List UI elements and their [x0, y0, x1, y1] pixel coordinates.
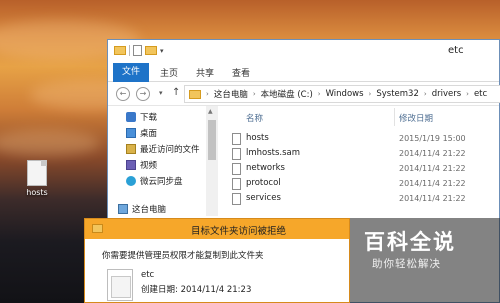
chevron-right-icon[interactable]: ›	[318, 90, 321, 98]
ribbon-tabs: 文件 主页 共享 查看	[108, 62, 499, 82]
file-row[interactable]: protocol 2014/11/4 21:22	[224, 177, 500, 191]
forward-button[interactable]: →	[136, 87, 150, 101]
column-divider[interactable]	[394, 108, 395, 126]
breadcrumb-local-disk[interactable]: 本地磁盘 (C:)	[261, 88, 313, 100]
properties-icon[interactable]	[133, 45, 142, 56]
dialog-title: 目标文件夹访问被拒绝	[191, 226, 287, 237]
dialog-created-date: 创建日期: 2014/11/4 21:23	[141, 285, 252, 295]
watermark-subtitle: 助你轻松解决	[372, 258, 441, 270]
folder-icon	[107, 269, 133, 301]
chevron-right-icon[interactable]: ›	[206, 90, 209, 98]
sidebar-item-label: 桌面	[140, 129, 158, 139]
watermark-title: 百科全说	[364, 230, 456, 254]
sidebar-item-desktop[interactable]: 桌面	[126, 126, 157, 140]
file-icon	[232, 193, 241, 205]
folder-icon[interactable]	[114, 46, 126, 55]
new-folder-icon[interactable]	[145, 46, 157, 55]
file-icon	[27, 160, 47, 186]
file-row[interactable]: networks 2014/11/4 21:22	[224, 162, 500, 176]
desktop-file-label: hosts	[26, 188, 48, 197]
dialog-message: 你需要提供管理员权限才能复制到此文件夹	[102, 251, 264, 261]
this-pc-icon	[118, 204, 128, 214]
up-button[interactable]: ↑	[172, 87, 180, 98]
file-date: 2015/1/19 15:00	[399, 134, 466, 143]
file-name: hosts	[246, 133, 269, 143]
breadcrumb-this-pc[interactable]: 这台电脑	[214, 88, 248, 100]
file-name: services	[246, 193, 281, 203]
breadcrumb-drivers[interactable]: drivers	[432, 89, 461, 99]
file-name: lmhosts.sam	[246, 148, 301, 158]
file-date: 2014/11/4 21:22	[399, 194, 466, 203]
watermark: 百科全说 助你轻松解决	[350, 218, 500, 303]
dialog-folder-name: etc	[141, 270, 155, 280]
cloud-sync-icon	[126, 176, 136, 186]
file-row[interactable]: services 2014/11/4 21:22	[224, 192, 500, 206]
window-title: etc	[448, 45, 464, 56]
file-date: 2014/11/4 21:22	[399, 164, 466, 173]
folder-icon	[92, 224, 103, 233]
dialog-title-bar: 目标文件夹访问被拒绝	[85, 219, 349, 239]
column-header-name[interactable]: 名称	[246, 112, 263, 124]
tab-file[interactable]: 文件	[113, 63, 149, 82]
access-denied-dialog: 目标文件夹访问被拒绝 你需要提供管理员权限才能复制到此文件夹 etc 创建日期:…	[84, 218, 350, 303]
sidebar-item-label: 微云同步盘	[140, 177, 183, 187]
sidebar-item-label: 这台电脑	[132, 205, 167, 215]
chevron-up-icon[interactable]: ▲	[208, 108, 213, 115]
toolbar-divider	[129, 45, 130, 56]
tab-share[interactable]: 共享	[196, 66, 214, 79]
file-icon	[232, 133, 241, 145]
scrollbar-thumb[interactable]	[208, 120, 216, 160]
sky-cloud	[0, 130, 100, 156]
breadcrumb-system32[interactable]: System32	[376, 89, 419, 99]
back-button[interactable]: ←	[116, 87, 130, 101]
file-date: 2014/11/4 21:22	[399, 149, 466, 158]
file-icon	[232, 163, 241, 175]
video-icon	[126, 160, 136, 170]
sidebar-item-label: 视频	[140, 161, 158, 171]
column-header-date[interactable]: 修改日期	[399, 112, 433, 124]
title-bar: ▾ etc	[108, 40, 499, 62]
chevron-right-icon[interactable]: ›	[424, 90, 427, 98]
breadcrumb-windows[interactable]: Windows	[326, 89, 364, 99]
sidebar-item-videos[interactable]: 视频	[126, 158, 157, 172]
download-icon	[126, 112, 136, 122]
desktop-file-hosts[interactable]: hosts	[20, 160, 54, 197]
folder-icon	[189, 89, 201, 99]
desktop-icon	[126, 128, 136, 138]
recent-locations-button[interactable]: ▾	[159, 89, 163, 97]
chevron-right-icon[interactable]: ›	[369, 90, 372, 98]
sidebar-item-label: 下载	[140, 113, 158, 123]
chevron-down-icon[interactable]: ▾	[160, 47, 164, 55]
file-name: networks	[246, 163, 285, 173]
file-date: 2014/11/4 21:22	[399, 179, 466, 188]
quick-access-toolbar: ▾	[114, 45, 164, 56]
sidebar-item-recent[interactable]: 最近访问的文件	[126, 142, 200, 156]
sidebar-item-downloads[interactable]: 下载	[126, 110, 157, 124]
nav-pane-scrollbar[interactable]: ▲	[206, 106, 218, 216]
file-name: protocol	[246, 178, 281, 188]
tab-view[interactable]: 查看	[232, 66, 250, 79]
sidebar-item-label: 最近访问的文件	[140, 145, 200, 155]
file-icon	[232, 148, 241, 160]
file-row[interactable]: lmhosts.sam 2014/11/4 21:22	[224, 147, 500, 161]
sidebar-item-this-pc[interactable]: 这台电脑	[118, 202, 166, 216]
breadcrumb-etc[interactable]: etc	[474, 89, 487, 99]
recent-icon	[126, 144, 136, 154]
file-icon	[232, 178, 241, 190]
sidebar-item-cloud-sync[interactable]: 微云同步盘	[126, 174, 183, 188]
address-bar[interactable]: › 这台电脑 › 本地磁盘 (C:) › Windows › System32 …	[184, 85, 500, 103]
chevron-right-icon[interactable]: ›	[253, 90, 256, 98]
tab-home[interactable]: 主页	[160, 66, 178, 79]
file-row[interactable]: hosts 2015/1/19 15:00	[224, 132, 500, 146]
chevron-right-icon[interactable]: ›	[466, 90, 469, 98]
address-bar-row: ← → ▾ ↑ › 这台电脑 › 本地磁盘 (C:) › Windows › S…	[108, 82, 500, 106]
